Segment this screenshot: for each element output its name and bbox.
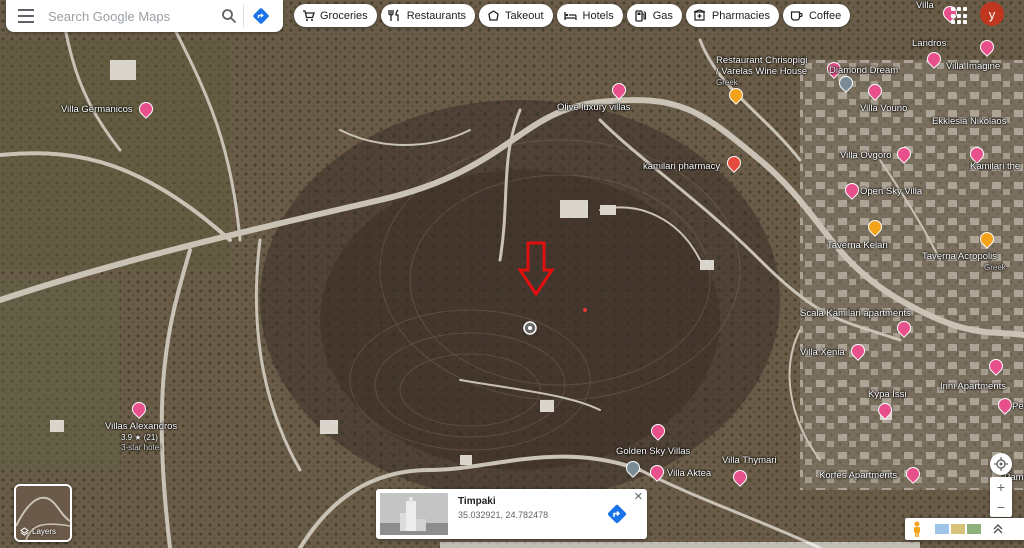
my-location-button[interactable] (990, 453, 1012, 475)
place-label[interactable]: Kamilari the (970, 161, 1020, 172)
crosshair-icon (994, 457, 1008, 471)
zoom-controls: + − (990, 477, 1012, 517)
coffee-icon (790, 9, 804, 23)
location-coordinates: 35.032921, 24.782478 (458, 510, 549, 520)
chevron-up-icon[interactable] (993, 523, 1003, 535)
map-imagery (0, 0, 1024, 548)
chip-label: Restaurants (406, 9, 466, 22)
cart-icon (301, 9, 315, 23)
chip-pharmacies[interactable]: Pharmacies (685, 4, 779, 27)
place-label[interactable]: Villas Alexandros (105, 421, 177, 432)
chip-restaurants[interactable]: Restaurants (380, 4, 475, 27)
takeout-icon (486, 9, 500, 23)
search-button[interactable] (215, 0, 243, 32)
place-label[interactable]: Taverna Kelari (827, 240, 888, 251)
chip-coffee[interactable]: Coffee (782, 4, 851, 27)
place-label[interactable]: Ekklesia Nikolaos (932, 116, 1006, 127)
layers-icon (20, 527, 29, 536)
chip-label: Pharmacies (711, 9, 770, 22)
attribution-bar (440, 542, 920, 548)
account-avatar[interactable]: y (980, 2, 1004, 26)
place-label[interactable]: Golden Sky Villas (616, 446, 690, 457)
place-label[interactable]: Scala Kamilari apartments (800, 308, 911, 319)
place-label[interactable]: Irini Apartments (940, 381, 1006, 392)
zoom-in-button[interactable]: + (997, 477, 1005, 497)
imagery-thumb[interactable] (935, 524, 949, 534)
category-chips: Groceries Restaurants Takeout Hotels Gas… (294, 4, 851, 27)
place-label[interactable]: / Varelas Wine House (716, 66, 807, 77)
chip-takeout[interactable]: Takeout (479, 4, 553, 27)
close-button[interactable]: ✕ (634, 490, 643, 503)
chip-label: Coffee (808, 9, 842, 22)
place-label[interactable]: Villa Vouno (860, 103, 907, 114)
street-view-thumbnail[interactable] (380, 493, 448, 535)
chip-label: Gas (652, 9, 673, 22)
bottom-toolbar (905, 518, 1024, 540)
place-label[interactable]: Korfes Apartments (819, 470, 897, 481)
place-label[interactable]: Taverna Acropolis (922, 251, 997, 262)
chip-label: Takeout (505, 9, 544, 22)
place-label[interactable]: Landros (912, 38, 946, 49)
bed-icon (564, 9, 578, 23)
place-sub-label: Greek (716, 78, 738, 87)
chip-gas[interactable]: Gas (626, 4, 682, 27)
place-sub-label: Greek (984, 263, 1006, 272)
directions-button[interactable] (606, 503, 628, 525)
place-sub-label: 3-star hotel (121, 443, 162, 452)
search-icon (222, 9, 237, 24)
hamburger-icon (18, 7, 34, 25)
close-icon: ✕ (633, 491, 643, 503)
place-label[interactable]: Villa (916, 0, 934, 11)
place-label[interactable]: Kypa Issi (868, 389, 907, 400)
apps-grid-icon[interactable] (951, 7, 969, 25)
place-label[interactable]: Pe (1012, 401, 1024, 412)
satellite-map[interactable]: Villa Germanicos Olive luxury villas Res… (0, 0, 1024, 548)
imagery-thumb[interactable] (951, 524, 965, 534)
minus-icon: − (996, 499, 1006, 515)
place-label[interactable]: Restaurant Chrisopigi (716, 55, 807, 66)
place-label[interactable]: Villa Imagine (946, 61, 1000, 72)
place-label[interactable]: Open Sky Villa (860, 186, 922, 197)
directions-button[interactable] (244, 0, 278, 32)
location-info-card[interactable]: Timpaki 35.032921, 24.782478 ✕ (376, 489, 647, 539)
plus-icon: + (996, 479, 1006, 495)
layers-label: Layers (32, 527, 57, 536)
search-input[interactable] (46, 3, 215, 29)
menu-button[interactable] (6, 0, 46, 32)
gas-pump-icon (634, 9, 648, 23)
place-label[interactable]: Villa Xenia (800, 347, 845, 358)
zoom-out-button[interactable]: − (997, 497, 1005, 517)
place-label[interactable]: Diamond Dream (829, 65, 898, 76)
chip-label: Groceries (320, 9, 368, 22)
place-label[interactable]: Villa Thymari (722, 455, 777, 466)
place-label[interactable]: Villa Ovgoro (840, 150, 892, 161)
chip-groceries[interactable]: Groceries (294, 4, 377, 27)
chip-hotels[interactable]: Hotels (556, 4, 623, 27)
place-label[interactable]: Villa Aktea (667, 468, 711, 479)
layers-button[interactable]: Layers (14, 484, 72, 542)
directions-icon (253, 8, 269, 24)
pegman-icon[interactable] (911, 521, 923, 537)
imagery-thumb[interactable] (967, 524, 981, 534)
place-label[interactable]: kamilari pharmacy (643, 161, 720, 172)
directions-icon (607, 504, 627, 524)
fork-knife-icon (388, 9, 402, 23)
search-box (6, 0, 283, 32)
chip-label: Hotels (582, 9, 614, 22)
location-title: Timpaki (458, 496, 496, 507)
place-label[interactable]: Olive luxury villas (557, 102, 630, 113)
pharmacy-icon (693, 9, 707, 23)
place-label[interactable]: Villa Germanicos (61, 104, 133, 115)
